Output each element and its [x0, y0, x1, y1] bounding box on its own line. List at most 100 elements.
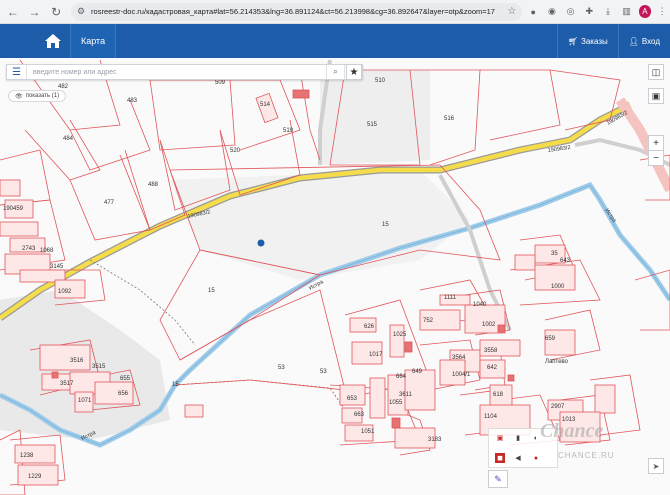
parcel-number: 510 [375, 78, 386, 84]
parcel-number: 2743 [22, 246, 36, 252]
sidebar-icon[interactable]: ▥ [619, 4, 635, 20]
site-info-icon[interactable]: ⚙ [77, 6, 85, 17]
tool-icon-4[interactable]: ◼ [495, 453, 505, 463]
parcel-number: 1071 [78, 398, 92, 404]
parcel-number: 3611 [399, 392, 413, 398]
search-panel: ☰ ⌕ ✕ [6, 64, 363, 80]
location-marker[interactable] [257, 239, 265, 247]
tab-map[interactable]: Карта [70, 24, 117, 58]
browser-menu-icon[interactable]: ⋮ [654, 4, 670, 20]
eye-icon: 👁︎ [15, 93, 23, 100]
forward-icon[interactable]: → [26, 3, 44, 21]
parcel-number: 519 [283, 128, 294, 134]
fullscreen-icon[interactable]: ▣ [648, 88, 664, 104]
parcel-number: 1051 [361, 429, 375, 435]
cart-icon: 🛒︎ [567, 36, 578, 46]
parcel-number: 509 [215, 80, 226, 86]
parcel-number: 618 [493, 392, 504, 398]
parcel-number: 1000 [551, 284, 565, 290]
bookmark-star-icon[interactable]: ☆ [507, 6, 516, 17]
zoom-out-button[interactable]: − [648, 150, 664, 166]
parcel-number: 15 [382, 222, 389, 228]
parcel-number: 190459 [3, 206, 24, 212]
extension-icon-1[interactable]: ● [525, 4, 541, 20]
parcel-number: 483 [127, 98, 138, 104]
terrain-shade [320, 70, 430, 165]
parcel-number: 752 [423, 318, 434, 324]
parcel-number: 477 [104, 200, 115, 206]
parcel-number: 1111 [444, 295, 457, 301]
parcel-number: 1004/1 [452, 372, 471, 378]
search-icon[interactable]: ⌕ [326, 65, 344, 79]
locate-icon[interactable]: ➤ [648, 458, 664, 474]
url-text: rosreestr-doc.ru/кадастровая_карта#lat=5… [91, 7, 495, 16]
reload-icon[interactable]: ↻ [47, 3, 65, 21]
search-input[interactable] [27, 68, 326, 76]
back-icon[interactable]: ← [4, 3, 22, 21]
extension-icon-2[interactable]: ◉ [544, 4, 560, 20]
record-icon[interactable]: ● [531, 453, 541, 463]
menu-icon[interactable]: ☰ [7, 65, 27, 79]
parcel-number: 3564 [452, 355, 466, 361]
download-icon[interactable]: ⤓ [600, 4, 616, 20]
parcel-number: 53 [320, 369, 327, 375]
parcel-number: 516 [444, 116, 455, 122]
parcel-number: 53 [278, 365, 285, 371]
watermark-sub: CHANCE.RU [558, 451, 615, 460]
parcel-number: 1055 [389, 400, 403, 406]
parcel-number: 520 [230, 148, 241, 154]
parcel-number: 514 [260, 102, 271, 108]
app-header: Карта 🛒︎ Заказы 👤︎ Вход [0, 24, 670, 58]
parcel-number: 3516 [70, 358, 84, 364]
parcel-number: 1068 [40, 248, 54, 254]
village-label: Лаптево [545, 359, 569, 365]
parcel-number: 15 [172, 382, 179, 388]
parcel-number: 1229 [28, 474, 42, 480]
tool-icon-1[interactable]: ▣ [495, 433, 505, 443]
parcel-number: 484 [63, 136, 74, 142]
orders-label: Заказы [581, 36, 608, 46]
parcel-number: 649 [412, 369, 423, 375]
puzzle-icon[interactable]: ✚ [581, 4, 597, 20]
parcel-number: 1002 [482, 322, 496, 328]
parcel-number: 488 [148, 182, 159, 188]
parcel-number: 1040 [473, 302, 487, 308]
extension-icon-3[interactable]: ◎ [563, 4, 579, 20]
profile-avatar[interactable]: A [638, 5, 652, 18]
show-results-button[interactable]: 👁︎ показать (1) [8, 90, 67, 102]
parcel-number: 663 [354, 412, 365, 418]
parcel-number: 3558 [484, 348, 498, 354]
parcel-number: 655 [120, 376, 131, 382]
parcel-number: 642 [487, 365, 498, 371]
parcel-number: 664 [396, 374, 407, 380]
home-icon [45, 34, 61, 48]
orders-button[interactable]: 🛒︎ Заказы [556, 24, 618, 58]
browser-toolbar: ← → ↻ ⚙ rosreestr-doc.ru/кадастровая_кар… [0, 0, 670, 24]
parcel-number: 3183 [428, 437, 442, 443]
watermark-logo: Сhance [540, 420, 604, 442]
parcel-number: 15 [208, 288, 215, 294]
parcel-number: 35 [551, 251, 558, 257]
tool-icon-2[interactable]: ▮ [513, 433, 523, 443]
parcel-number: 1104 [484, 414, 498, 420]
parcel-number: 659 [545, 336, 556, 342]
parcel-number: 653 [347, 396, 358, 402]
parcel-number: 2907 [551, 404, 565, 410]
show-results-label: показать (1) [25, 93, 60, 99]
sound-icon[interactable]: ◀ [513, 453, 523, 463]
layers-icon[interactable]: ◫ [648, 64, 664, 80]
parcel-number: 1017 [369, 352, 383, 358]
zoom-in-button[interactable]: + [648, 135, 664, 151]
home-button[interactable] [36, 24, 70, 58]
favorite-star-icon[interactable]: ★ [346, 64, 362, 80]
parcel-number: 1092 [58, 289, 72, 295]
address-bar[interactable]: ⚙ rosreestr-doc.ru/кадастровая_карта#lat… [70, 2, 523, 21]
parcel-number: 3515 [92, 364, 106, 370]
pen-icon[interactable]: ✎ [488, 470, 508, 488]
user-icon: 👤︎ [628, 36, 639, 46]
parcel-number: 3145 [50, 264, 64, 270]
login-button[interactable]: 👤︎ Вход [617, 24, 670, 58]
parcel-number: 626 [364, 324, 375, 330]
parcel-number: 656 [118, 391, 129, 397]
parcel-number: 1025 [393, 332, 407, 338]
